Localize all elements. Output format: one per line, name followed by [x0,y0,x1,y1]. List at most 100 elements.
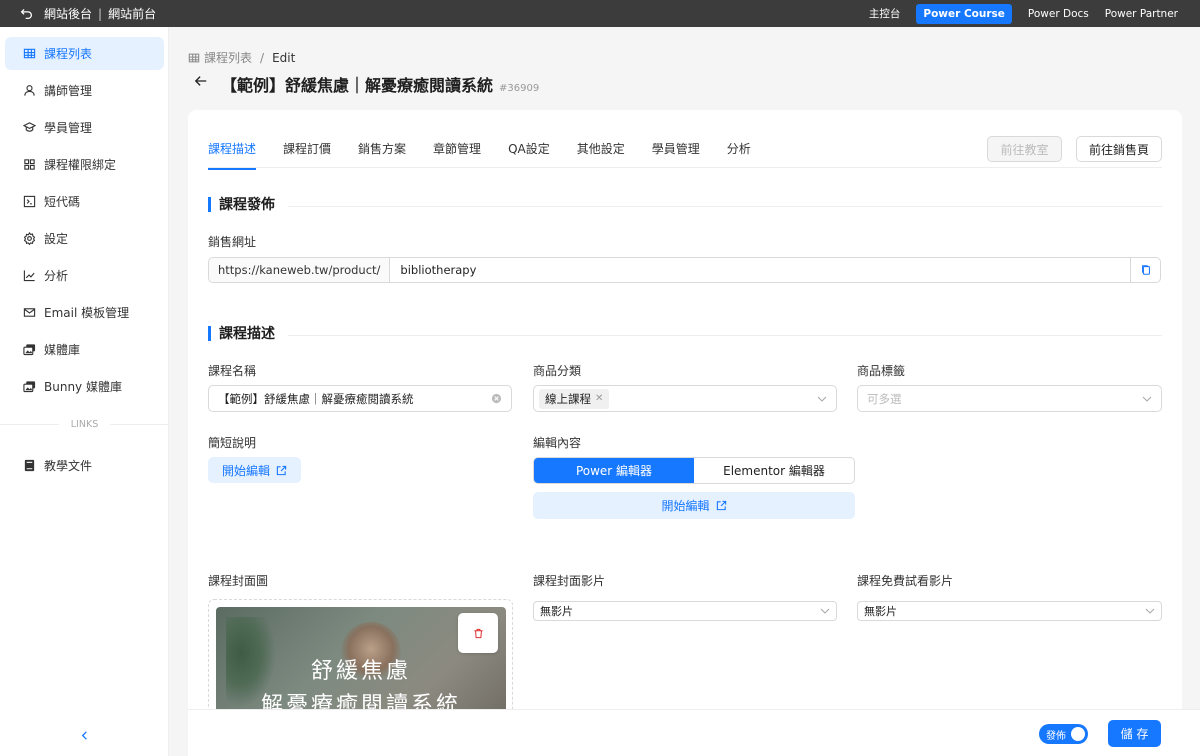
page-title: 【範例】舒緩焦慮｜解憂療癒閱讀系統 #36909 [221,72,539,96]
top-bar: 網站後台 | 網站前台 主控台 Power Course Power Docs … [0,0,1200,27]
book-icon [24,459,35,472]
chevron-down-icon [1145,608,1155,614]
delete-cover-button[interactable] [458,613,498,653]
publish-toggle[interactable]: 發佈 [1039,724,1088,744]
admin-link[interactable]: 網站後台 [44,5,92,22]
sidebar-item-label: Bunny 媒體庫 [44,380,122,394]
tags-label: 商品標籤 [857,364,906,378]
tab-other-settings[interactable]: 其他設定 [577,140,625,170]
tab-students[interactable]: 學員管理 [652,140,700,170]
editor-label: 編輯內容 [533,436,582,450]
sidebar-item-students[interactable]: 學員管理 [5,111,164,144]
sidebar-item-analytics[interactable]: 分析 [5,259,164,292]
tab-analytics[interactable]: 分析 [727,140,751,170]
chevron-down-icon [1142,396,1152,402]
breadcrumb-parent[interactable]: 課程列表 [204,49,252,66]
breadcrumb: 課程列表 / Edit [188,49,295,66]
sidebar: 課程列表 講師管理 學員管理 課程權限綁定 短代碼 設定 分析 Email 模板… [0,27,169,756]
sidebar-item-label: 講師管理 [44,84,93,98]
button-label: 開始編輯 [661,499,710,513]
course-title: 【範例】舒緩焦慮｜解憂療癒閱讀系統 [221,76,494,95]
gear-icon [23,232,36,245]
table-icon [188,53,200,62]
editor-toggle: Power 編輯器 Elementor 編輯器 [533,457,855,484]
tab-description[interactable]: 課程描述 [208,140,257,170]
url-slug-input[interactable]: bibliotherapy [390,263,1130,277]
user-icon [24,85,35,96]
tab-chapters[interactable]: 章節管理 [433,140,481,170]
chevron-down-icon [820,608,830,614]
divider: | [98,6,103,21]
sidebar-item-label: 教學文件 [44,459,93,473]
sidebar-item-label: 分析 [44,269,69,283]
sidebar-item-shortcodes[interactable]: 短代碼 [5,185,164,218]
go-classroom-button[interactable]: 前往教室 [987,136,1062,162]
sidebar-item-bunny-media[interactable]: Bunny 媒體庫 [5,370,164,403]
sidebar-item-settings[interactable]: 設定 [5,222,164,255]
cover-video-label: 課程封面影片 [533,574,606,588]
sidebar-item-media[interactable]: 媒體庫 [5,333,164,366]
section-divider [288,335,1162,336]
sales-url-field: https://kaneweb.tw/product/ bibliotherap… [208,257,1161,283]
course-name-value: 【範例】舒緩焦慮｜解憂療癒閱讀系統 [218,391,414,406]
code-icon [23,195,36,208]
tags-placeholder: 可多選 [867,391,902,406]
save-button[interactable]: 儲 存 [1108,720,1161,747]
tab-sales-plans[interactable]: 銷售方案 [358,140,406,170]
chevron-down-icon [817,396,827,402]
tab-bar: 課程描述 課程訂價 銷售方案 章節管理 QA設定 其他設定 學員管理 分析 [208,140,778,170]
topnav-power-course[interactable]: Power Course [916,3,1012,24]
sidebar-item-label: 學員管理 [44,121,93,135]
course-name-input[interactable]: 【範例】舒緩焦慮｜解憂療癒閱讀系統 [208,385,512,412]
topnav-dashboard[interactable]: 主控台 [861,6,909,21]
section-description-title: 課程描述 [208,323,275,343]
clear-icon[interactable] [491,393,502,404]
sidebar-item-label: 課程列表 [44,47,93,61]
cover-text-line1: 舒緩焦慮 [310,659,411,684]
sidebar-item-label: Email 模板管理 [44,306,130,320]
cover-image-label: 課程封面圖 [208,574,269,588]
tags-select[interactable]: 可多選 [857,385,1162,412]
course-name-label: 課程名稱 [208,364,257,378]
toggle-knob [1071,727,1085,741]
cover-video-select[interactable]: 無影片 [533,601,837,621]
mail-icon [23,308,36,317]
tab-qa[interactable]: QA設定 [508,140,550,170]
remove-tag-icon[interactable]: ✕ [595,393,603,404]
trial-video-select[interactable]: 無影片 [857,601,1162,621]
topnav-power-docs[interactable]: Power Docs [1020,8,1097,20]
sidebar-item-permissions[interactable]: 課程權限綁定 [5,148,164,181]
short-desc-edit-button[interactable]: 開始編輯 [208,457,301,483]
copy-icon[interactable] [1130,258,1160,282]
category-tag: 線上課程 ✕ [539,388,610,409]
content-edit-button[interactable]: 開始編輯 [533,492,855,519]
publish-toggle-label: 發佈 [1046,730,1066,742]
return-icon[interactable] [20,7,34,20]
topnav-power-partner[interactable]: Power Partner [1097,8,1186,20]
back-arrow-icon[interactable] [194,74,210,90]
elementor-editor-option[interactable]: Elementor 編輯器 [694,458,854,483]
images-icon [23,344,36,356]
section-divider [288,206,1162,207]
cover-video-value: 無影片 [540,605,573,618]
footer-bar: 發佈 儲 存 [188,709,1200,756]
course-id: #36909 [499,83,540,94]
category-select[interactable]: 線上課程 ✕ [533,385,837,412]
sidebar-item-label: 課程權限綁定 [44,158,117,172]
sidebar-item-email-templates[interactable]: Email 模板管理 [5,296,164,329]
graduation-icon [23,122,36,132]
power-editor-option[interactable]: Power 編輯器 [534,458,694,483]
trial-video-value: 無影片 [864,605,897,618]
category-label: 商品分類 [533,364,582,378]
collapse-sidebar-icon[interactable] [76,727,92,743]
go-sales-page-button[interactable]: 前往銷售頁 [1076,136,1162,162]
sidebar-item-docs[interactable]: 教學文件 [5,449,164,482]
frontend-link[interactable]: 網站前台 [108,5,156,22]
sidebar-item-teachers[interactable]: 講師管理 [5,74,164,107]
breadcrumb-separator: / [260,50,265,65]
sidebar-item-courses[interactable]: 課程列表 [5,37,164,70]
short-desc-label: 簡短說明 [208,436,257,450]
sidebar-item-label: 短代碼 [44,195,81,209]
main-card: 課程描述 課程訂價 銷售方案 章節管理 QA設定 其他設定 學員管理 分析 前往… [188,110,1182,756]
tab-pricing[interactable]: 課程訂價 [283,140,331,170]
